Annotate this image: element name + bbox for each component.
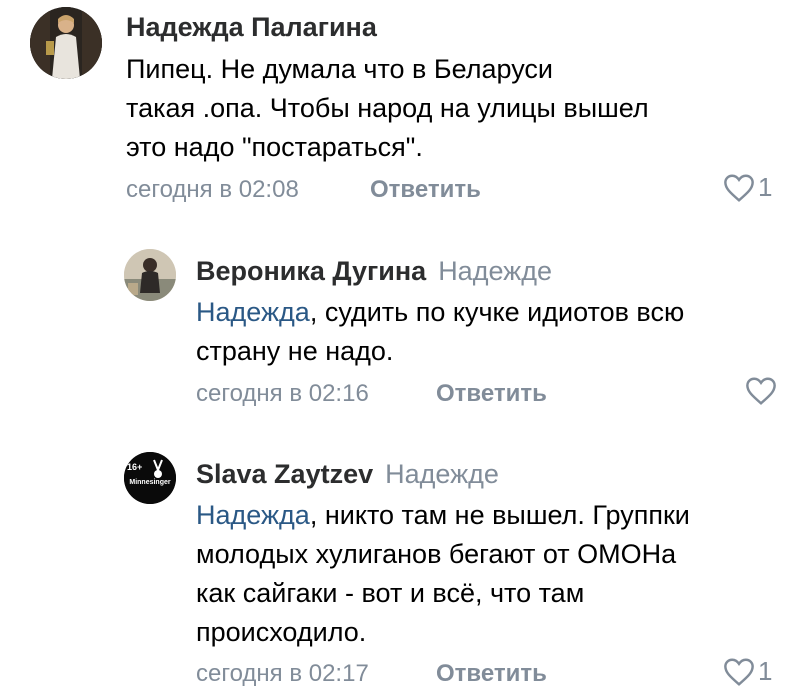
avatar-badge: 16+ <box>127 462 142 472</box>
comment-author[interactable]: Надежда Палагина <box>126 12 377 43</box>
heart-icon <box>724 173 754 202</box>
comment-text-fragment: , никто там не вышел. Группки <box>309 500 690 530</box>
comment-author[interactable]: Вероника Дугина Надежде <box>196 256 552 287</box>
author-name[interactable]: Вероника Дугина <box>196 256 426 286</box>
comment-author[interactable]: Slava Zaytzev Надежде <box>196 459 499 490</box>
author-name[interactable]: Slava Zaytzev <box>196 459 373 489</box>
like-count: 1 <box>758 656 773 686</box>
author-name[interactable]: Надежда Палагина <box>126 12 377 42</box>
comment-time[interactable]: сегодня в 02:17 <box>196 660 369 688</box>
reply-button[interactable]: Ответить <box>436 660 547 688</box>
comment-text-line: страну не надо. <box>196 336 394 366</box>
like-count: 1 <box>758 172 773 202</box>
like-button[interactable]: 1 <box>722 656 772 687</box>
comment-text-line: такая .опа. Чтобы народ на улицы вышел <box>126 93 649 123</box>
comment-text-line: это надо "постараться". <box>126 132 423 162</box>
comment-text-line: Надежда, судить по кучке идиотов всю <box>196 293 786 332</box>
comment-text-line: молодых хулиганов бегают от ОМОНа <box>196 539 677 569</box>
avatar-text: Minnesinger <box>129 479 171 486</box>
reply-button[interactable]: Ответить <box>436 380 547 408</box>
comment-text: Надежда, никто там не вышел. Группки мол… <box>196 496 796 652</box>
comment-text: Пипец. Не думала что в Беларуси такая .о… <box>126 50 766 167</box>
heart-icon <box>724 657 754 686</box>
like-button[interactable]: 1 <box>722 172 772 203</box>
heart-icon <box>746 377 776 405</box>
comment-text-line: как сайгаки - вот и всё, что там <box>196 578 585 608</box>
comment-text-line: происходило. <box>196 617 367 647</box>
reply-to-label[interactable]: Надежде <box>385 459 499 489</box>
avatar-photo-icon <box>124 249 176 301</box>
avatar-photo-icon <box>30 7 102 79</box>
mention-link[interactable]: Надежда <box>196 500 310 530</box>
like-button[interactable] <box>744 376 778 406</box>
comment-text: Надежда, судить по кучке идиотов всю стр… <box>196 293 786 371</box>
comment-text-fragment: , судить по кучке идиотов всю <box>309 297 685 327</box>
avatar[interactable] <box>124 249 176 301</box>
reply-to-label[interactable]: Надежде <box>438 256 552 286</box>
avatar[interactable]: 16+ Minnesinger <box>124 452 176 504</box>
comment-time[interactable]: сегодня в 02:16 <box>196 380 369 408</box>
reply-button[interactable]: Ответить <box>370 176 481 204</box>
avatar[interactable] <box>30 7 102 79</box>
mention-link[interactable]: Надежда <box>196 297 310 327</box>
comment-time[interactable]: сегодня в 02:08 <box>126 176 299 204</box>
avatar-logo-icon: 16+ Minnesinger <box>124 452 176 504</box>
comment-text-line: Надежда, никто там не вышел. Группки <box>196 496 796 535</box>
comment-text-line: Пипец. Не думала что в Беларуси <box>126 54 554 84</box>
